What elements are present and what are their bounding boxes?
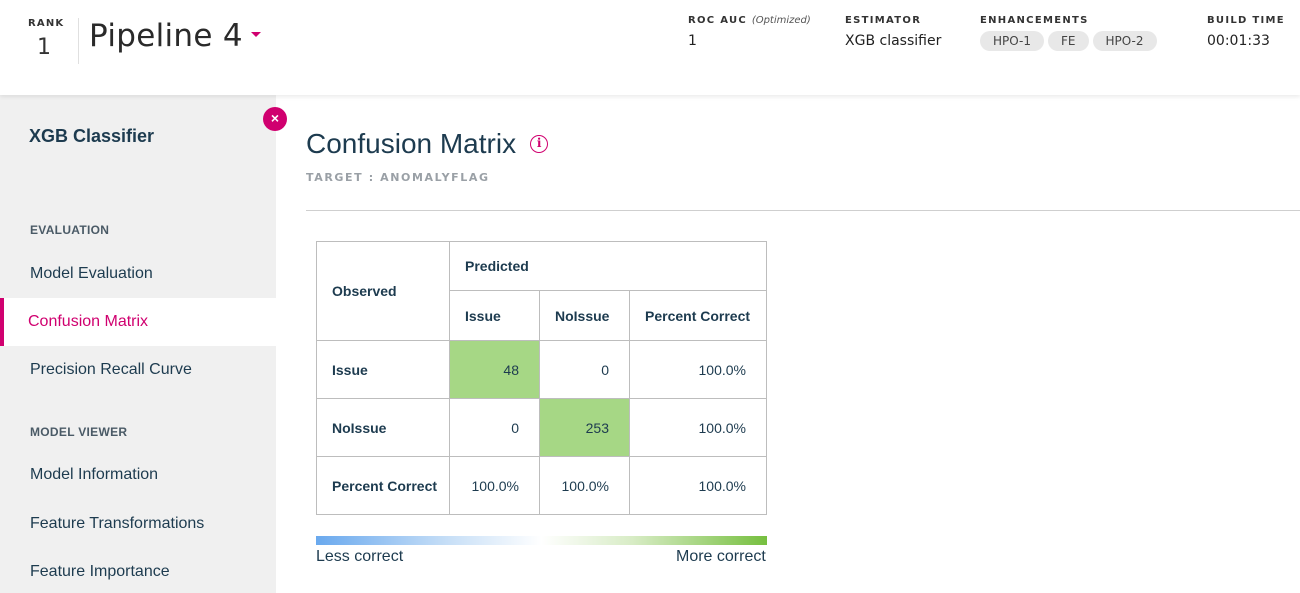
- roc-auc-block: ROC AUC (Optimized) 1: [688, 15, 811, 49]
- sidebar-title: XGB Classifier: [29, 126, 155, 146]
- sidebar-item-model-evaluation[interactable]: Model Evaluation: [0, 250, 276, 298]
- build-time-label: BUILD TIME: [1207, 15, 1285, 26]
- column-header: Issue: [449, 290, 540, 341]
- divider: [306, 210, 1300, 211]
- caret-down-icon[interactable]: [250, 31, 261, 37]
- matrix-cell: 100.0%: [539, 456, 630, 515]
- section-evaluation: EVALUATION: [30, 223, 110, 237]
- legend-more-correct: More correct: [676, 548, 766, 565]
- table-row: Percent Correct 100.0% 100.0% 100.0%: [316, 456, 767, 515]
- target-label: TARGET : ANOMALYFLAG: [306, 171, 490, 184]
- roc-auc-note: (Optimized): [751, 15, 811, 26]
- sidebar-item-model-information[interactable]: Model Information: [0, 451, 276, 499]
- sidebar: XGB Classifier EVALUATION Model Evaluati…: [0, 95, 276, 593]
- sidebar-item-precision-recall-curve[interactable]: Precision Recall Curve: [0, 346, 276, 394]
- observed-header: Observed: [316, 241, 450, 341]
- roc-auc-label: ROC AUC (Optimized): [688, 15, 811, 26]
- rank-block: RANK 1: [28, 18, 68, 60]
- matrix-cell: 0: [539, 340, 630, 399]
- estimator-block: ESTIMATOR XGB classifier: [845, 15, 941, 49]
- rank-value: 1: [37, 35, 51, 60]
- section-model-viewer: MODEL VIEWER: [30, 425, 128, 439]
- legend-less-correct: Less correct: [316, 548, 404, 565]
- enhancement-tags: HPO-1 FE HPO-2: [980, 31, 1157, 51]
- enhancements-label: ENHANCEMENTS: [980, 15, 1089, 26]
- enhancement-tag: FE: [1048, 31, 1089, 51]
- enhancement-tag: HPO-1: [980, 31, 1045, 51]
- page-title-text: Confusion Matrix: [306, 128, 517, 159]
- build-time-block: BUILD TIME 00:01:33: [1207, 15, 1285, 49]
- roc-auc-label-text: ROC AUC: [688, 15, 748, 26]
- estimator-label: ESTIMATOR: [845, 15, 922, 26]
- enhancements-block: ENHANCEMENTS HPO-1 FE HPO-2: [980, 15, 1157, 51]
- info-icon[interactable]: i: [530, 135, 549, 153]
- sidebar-item-feature-importance[interactable]: Feature Importance: [0, 548, 276, 593]
- pipeline-header: RANK 1 Pipeline 4 ROC AUC (Optimized) 1 …: [0, 0, 1300, 95]
- matrix-cell: 100.0%: [629, 340, 767, 399]
- matrix-cell: 253: [539, 398, 630, 457]
- table-row: Issue 48 0 100.0%: [316, 340, 767, 399]
- confusion-matrix-table: Observed Predicted Issue NoIssue Percent…: [316, 241, 767, 515]
- pipeline-title: Pipeline 4: [89, 18, 243, 54]
- correctness-gradient-bar: [316, 536, 767, 545]
- page-title: Confusion Matrix i: [306, 128, 549, 160]
- enhancement-tag: HPO-2: [1092, 31, 1157, 51]
- row-header: NoIssue: [316, 398, 450, 457]
- row-header: Percent Correct: [316, 456, 450, 515]
- matrix-cell: 100.0%: [629, 456, 767, 515]
- close-icon[interactable]: ×: [263, 107, 287, 131]
- matrix-cell: 100.0%: [629, 398, 767, 457]
- table-row: NoIssue 0 253 100.0%: [316, 398, 767, 457]
- sidebar-item-confusion-matrix[interactable]: Confusion Matrix: [0, 298, 276, 346]
- column-header: Percent Correct: [629, 290, 767, 341]
- build-time-value: 00:01:33: [1207, 33, 1270, 49]
- rank-label: RANK: [28, 18, 65, 29]
- column-header: NoIssue: [539, 290, 630, 341]
- row-header: Issue: [316, 340, 450, 399]
- header-divider: [78, 18, 79, 64]
- estimator-value: XGB classifier: [845, 33, 942, 49]
- matrix-cell: 48: [449, 340, 540, 399]
- matrix-cell: 0: [449, 398, 540, 457]
- predicted-header: Predicted: [449, 241, 767, 291]
- sidebar-item-feature-transformations[interactable]: Feature Transformations: [0, 500, 276, 548]
- matrix-cell: 100.0%: [449, 456, 540, 515]
- pipeline-selector[interactable]: Pipeline 4: [89, 18, 261, 54]
- roc-auc-value: 1: [688, 33, 697, 49]
